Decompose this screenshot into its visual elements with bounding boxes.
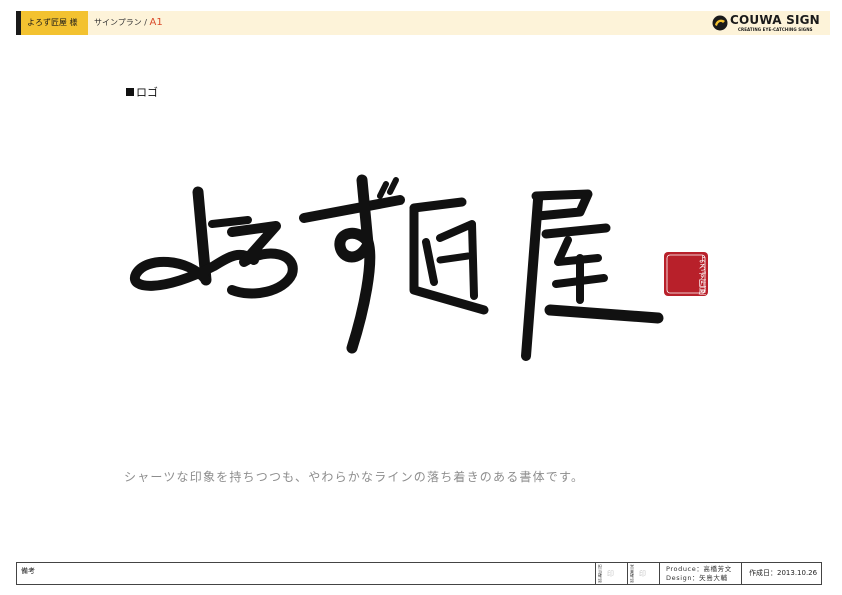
plan-title: サインプラン / A1 <box>94 11 163 35</box>
seal-text: よろず匠屋 <box>698 255 707 295</box>
credits-cell: Produce：高橋芳文 Design：矢島大輔 <box>659 563 741 584</box>
client-name-tab: よろず匠屋 様 <box>16 11 88 35</box>
brand-name: COUWA SIGN <box>730 13 820 27</box>
seal-glyph-1: 印 <box>607 570 614 578</box>
approval-cell-2: 営業確認 印 <box>627 563 659 584</box>
section-label-text: ロゴ <box>136 86 158 99</box>
seal-glyph-2: 印 <box>639 570 646 578</box>
square-bullet-icon <box>126 88 134 96</box>
brand-mark-icon <box>712 15 728 31</box>
plan-title-text: サインプラン / <box>94 18 150 27</box>
creation-date: 作成日：2013.10.26 <box>749 569 818 577</box>
approval-label-1: 担当確認 <box>598 564 602 583</box>
plan-code: A1 <box>149 17 163 28</box>
logo-artwork <box>128 150 718 380</box>
approval-label-2: 営業確認 <box>630 564 634 583</box>
remarks-label: 備考 <box>21 567 35 575</box>
design-credit: Design：矢島大輔 <box>666 573 728 582</box>
brush-calligraphy-logo <box>130 174 708 361</box>
approval-cell-1: 担当確認 印 <box>595 563 627 584</box>
section-label: ロゴ <box>126 84 158 100</box>
footer-bar: 備考 担当確認 印 営業確認 印 Produce：高橋芳文 Design：矢島大… <box>16 562 822 585</box>
produce-credit: Produce：高橋芳文 <box>666 565 732 573</box>
date-cell: 作成日：2013.10.26 <box>741 563 821 584</box>
logo-description: シャーツな印象を持ちつつも、やわらかなラインの落ち着きのある書体です。 <box>124 470 585 484</box>
header-bar: よろず匠屋 様 サインプラン / A1 COUWA SIGN CREATING … <box>16 11 830 35</box>
brand-tagline: CREATING EYE-CATCHING SIGNS <box>738 27 813 32</box>
brand-logo: COUWA SIGN CREATING EYE-CATCHING SIGNS <box>712 13 820 33</box>
